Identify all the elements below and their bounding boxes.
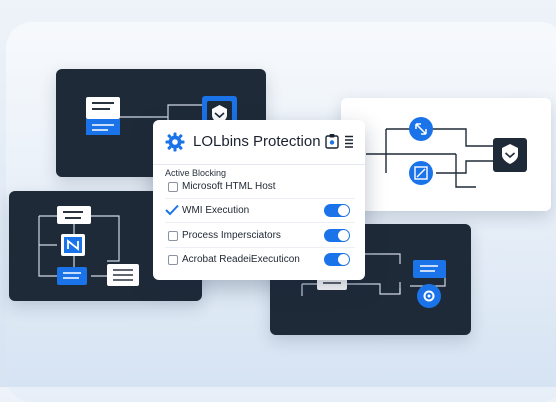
- rule-label: Microsoft HTML Host: [182, 181, 276, 192]
- document-node: [57, 206, 91, 224]
- document-node-blue: [86, 119, 120, 135]
- checkmark-icon[interactable]: [165, 204, 179, 216]
- rule-toggle[interactable]: [324, 204, 350, 217]
- rule-checkbox[interactable]: [168, 231, 178, 241]
- workflow-card-right: [341, 98, 551, 211]
- rule-toggle[interactable]: [324, 229, 350, 242]
- toggle-knob: [338, 230, 349, 241]
- section-label: Active Blocking: [165, 168, 227, 178]
- list-node-blue: [413, 260, 446, 278]
- list-node-blue: [57, 267, 87, 285]
- rule-row-process-impersonators[interactable]: Process Impersciators: [165, 227, 355, 248]
- clipboard-icon[interactable]: [325, 133, 339, 149]
- rule-label: Acrobat ReadeiExecuticon: [182, 254, 300, 265]
- toggle-knob: [338, 254, 349, 265]
- rule-label: Process Impersciators: [182, 230, 281, 241]
- gear-icon[interactable]: [165, 132, 185, 152]
- rule-row-microsoft-html-host[interactable]: Microsoft HTML Host: [165, 178, 355, 199]
- lolbins-protection-panel: LOLbins Protection Active Blocking Micro…: [153, 120, 365, 280]
- panel-header: LOLbins Protection: [153, 120, 365, 165]
- rule-row-wmi-execution[interactable]: WMI Execution: [165, 202, 355, 223]
- rule-label: WMI Execution: [182, 205, 250, 216]
- menu-icon[interactable]: [344, 135, 354, 148]
- rule-checkbox[interactable]: [168, 182, 178, 192]
- toggle-knob: [338, 205, 349, 216]
- rule-toggle[interactable]: [324, 253, 350, 266]
- panel-title: LOLbins Protection: [193, 133, 321, 150]
- rule-row-acrobat-reader-execution[interactable]: Acrobat ReadeiExecuticon: [165, 251, 355, 271]
- rule-checkbox[interactable]: [168, 255, 178, 265]
